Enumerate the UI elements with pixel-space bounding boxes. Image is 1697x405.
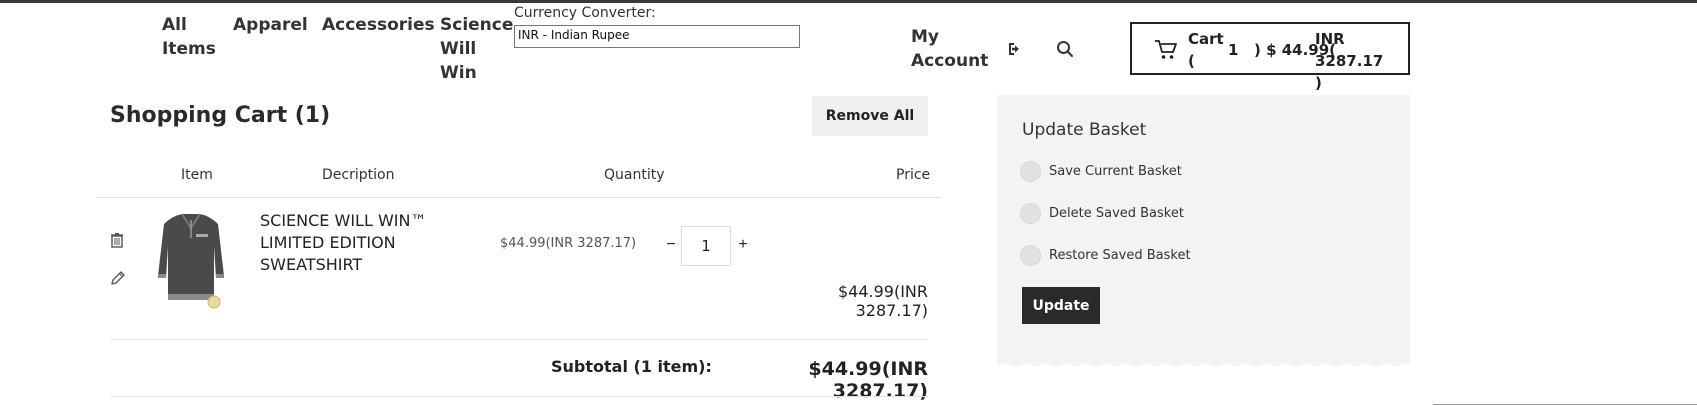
quantity-increase-button[interactable]: +	[736, 236, 750, 254]
unit-price: $44.99(INR 3287.17)	[500, 236, 637, 251]
product-name[interactable]: SCIENCE WILL WIN™ LIMITED EDITION SWEATS…	[260, 210, 440, 276]
radio-button[interactable]	[1020, 203, 1041, 224]
nav-apparel[interactable]: Apparel	[233, 13, 308, 37]
radio-button[interactable]	[1020, 161, 1041, 182]
cart-summary-button[interactable]: Cart ( 1 ) $ 44.99( INR 3287.17 )	[1130, 22, 1410, 92]
divider	[96, 197, 941, 198]
column-header-quantity: Quantity	[604, 167, 665, 183]
currency-converter-label: Currency Converter:	[514, 5, 656, 21]
cart-icon	[1154, 39, 1178, 61]
cart-label: Cart (	[1188, 30, 1224, 70]
nav-all-items[interactable]: All Items	[162, 13, 222, 61]
radio-label: Delete Saved Basket	[1049, 206, 1184, 221]
divider	[110, 339, 928, 340]
quantity-decrease-button[interactable]: −	[664, 236, 678, 254]
page-title: Shopping Cart (1)	[110, 103, 331, 128]
update-button[interactable]: Update	[1022, 287, 1100, 324]
product-image[interactable]	[150, 206, 232, 310]
search-icon[interactable]	[1054, 38, 1076, 60]
radio-button[interactable]	[1020, 245, 1041, 266]
column-header-price: Price	[896, 167, 931, 183]
nav-science-will-win[interactable]: Science Will Win	[440, 13, 513, 85]
trash-icon[interactable]	[110, 232, 124, 248]
nav-my-account[interactable]: My Account	[911, 25, 991, 73]
radio-label: Save Current Basket	[1049, 164, 1182, 179]
delete-basket-option[interactable]: Delete Saved Basket	[1020, 203, 1184, 224]
quantity-value: 1	[701, 237, 711, 255]
cart-total-inr: INR 3287.17 )	[1315, 30, 1384, 92]
line-total-price: $44.99(INR 3287.17)	[837, 282, 928, 320]
column-header-description: Decription	[322, 167, 395, 183]
save-basket-option[interactable]: Save Current Basket	[1020, 161, 1182, 182]
restore-basket-option[interactable]: Restore Saved Basket	[1020, 245, 1191, 266]
divider	[110, 396, 928, 397]
subtotal-label: Subtotal (1 item):	[551, 357, 712, 376]
quantity-input[interactable]: 1	[681, 226, 731, 266]
radio-label: Restore Saved Basket	[1049, 248, 1191, 263]
logout-icon[interactable]	[1004, 38, 1026, 60]
edit-icon[interactable]	[110, 270, 126, 286]
top-border	[0, 0, 1697, 3]
currency-select[interactable]: INR - Indian Rupee	[514, 25, 800, 48]
remove-all-button[interactable]: Remove All	[812, 96, 928, 136]
panel-scallop-edge	[997, 357, 1410, 371]
cart-count: 1	[1228, 41, 1239, 59]
update-basket-title: Update Basket	[1022, 120, 1147, 140]
nav-accessories[interactable]: Accessories	[322, 13, 435, 37]
column-header-item: Item	[181, 167, 213, 183]
